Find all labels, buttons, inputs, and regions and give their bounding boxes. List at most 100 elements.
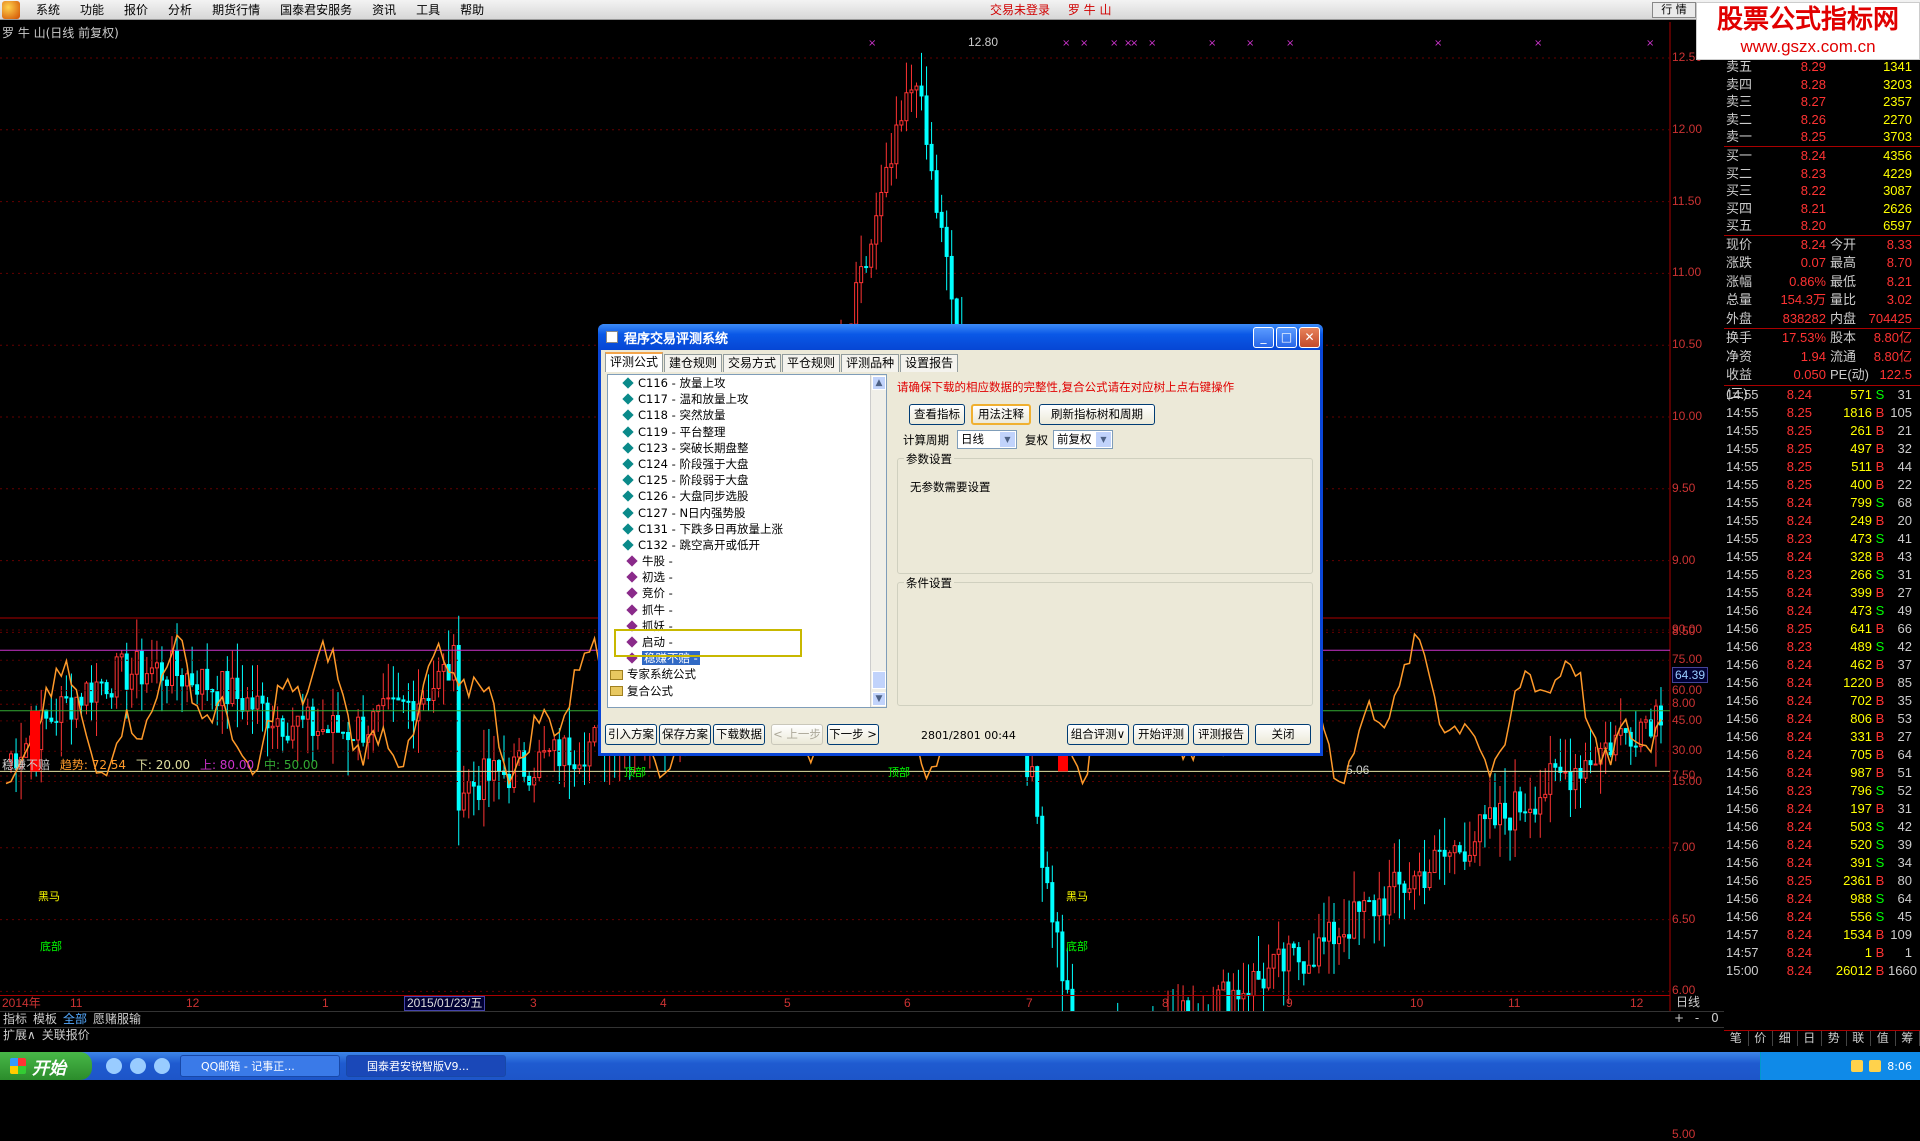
tick-volume: 806 (1812, 710, 1872, 728)
taskbar-item-gtja[interactable]: 国泰君安锐智版V9... (346, 1055, 506, 1077)
tab-indicator[interactable]: 指标 (0, 1012, 30, 1027)
menu-service[interactable]: 国泰君安服务 (270, 0, 362, 20)
tab-link[interactable]: 联 (1847, 1031, 1872, 1046)
tab-template[interactable]: 模板 (30, 1012, 60, 1027)
tree-node[interactable]: C124 - 阶段强于大盘 (608, 456, 886, 472)
scroll-up-icon[interactable]: ▲ (872, 376, 886, 390)
custom-formula-icon (626, 604, 637, 615)
tab-trades[interactable]: 笔 (1724, 1031, 1749, 1046)
tree-node[interactable]: C131 - 下跌多日再放量上涨 (608, 521, 886, 537)
tree-node[interactable]: 稳赚不赔 - (608, 650, 886, 666)
tree-node[interactable]: 抓牛 - (608, 602, 886, 618)
combo-test-button[interactable]: 组合评测∨ (1067, 724, 1129, 745)
tab-formula[interactable]: 评测公式 (605, 352, 663, 372)
tree-node[interactable]: C132 - 跳空高开或低开 (608, 537, 886, 553)
window-icon (606, 331, 618, 343)
next-step-button[interactable]: 下一步 > (827, 724, 879, 745)
view-indicator-button[interactable]: 查看指标 (909, 404, 965, 425)
tab-daily[interactable]: 日 (1798, 1031, 1823, 1046)
login-status[interactable]: 交易未登录 (990, 3, 1050, 17)
download-data-button[interactable]: 下载数据 (713, 724, 765, 745)
maximize-button[interactable]: □ (1276, 327, 1297, 348)
chevron-down-icon[interactable]: ▼ (1096, 432, 1111, 447)
info-value: 8.70 (1866, 254, 1916, 273)
tree-node[interactable]: 初选 - (608, 569, 886, 585)
adjust-select[interactable]: 前复权 ▼ (1053, 430, 1113, 449)
import-plan-button[interactable]: 引入方案 (605, 724, 657, 745)
tree-node[interactable]: C119 - 平台整理 (608, 424, 886, 440)
tree-node[interactable]: 复合公式 (608, 683, 886, 699)
menu-system[interactable]: 系统 (26, 0, 70, 20)
candle-body (1302, 962, 1305, 973)
tab-entry-rule[interactable]: 建仓规则 (664, 354, 722, 372)
tab-expand[interactable]: 扩展∧ (0, 1028, 39, 1043)
menu-futures[interactable]: 期货行情 (202, 0, 270, 20)
usage-notes-button[interactable]: 用法注释 (971, 404, 1031, 425)
tab-exit-rule[interactable]: 平仓规则 (782, 354, 840, 372)
menu-quote[interactable]: 报价 (114, 0, 158, 20)
tree-scrollbar[interactable]: ▲ ▼ (870, 375, 886, 707)
zoom-reset-button[interactable]: 0 (1706, 1011, 1724, 1027)
close-button[interactable]: ✕ (1299, 327, 1320, 348)
tree-node[interactable]: C126 - 大盘同步选股 (608, 488, 886, 504)
candle-body (1383, 899, 1386, 915)
browser-icon[interactable] (154, 1058, 170, 1074)
tree-node[interactable]: 启动 - (608, 634, 886, 650)
tree-node[interactable]: 竞价 - (608, 585, 886, 601)
candle-body (1488, 808, 1491, 819)
minimize-button[interactable]: _ (1253, 327, 1274, 348)
candle-body (437, 671, 440, 688)
tree-node[interactable]: 牛股 - (608, 553, 886, 569)
tab-detail[interactable]: 细 (1773, 1031, 1798, 1046)
tab-all[interactable]: 全部 (60, 1012, 90, 1027)
taskbar-item-qqmail[interactable]: QQ邮箱 - 记事正... (180, 1055, 340, 1077)
prev-step-button[interactable]: < 上一步 (771, 724, 823, 745)
tree-node[interactable]: C116 - 放量上攻 (608, 375, 886, 391)
menu-analysis[interactable]: 分析 (158, 0, 202, 20)
qq-icon[interactable] (106, 1058, 122, 1074)
refresh-tree-button[interactable]: 刷新指标树和周期 (1039, 404, 1155, 425)
tick-count: 22 (1888, 476, 1916, 494)
chevron-down-icon[interactable]: ▼ (1000, 432, 1015, 447)
save-plan-button[interactable]: 保存方案 (659, 724, 711, 745)
volume-icon[interactable] (1869, 1060, 1881, 1072)
tree-node[interactable]: C117 - 温和放量上攻 (608, 391, 886, 407)
tree-node[interactable]: C125 - 阶段弱于大盘 (608, 472, 886, 488)
period-label[interactable]: 日线 (1676, 995, 1700, 1010)
quote-mode-button[interactable]: 行 情 (1652, 2, 1696, 18)
tab-report-settings[interactable]: 设置报告 (900, 354, 958, 372)
period-select[interactable]: 日线 ▼ (957, 430, 1017, 449)
start-button[interactable]: 开始 (0, 1052, 92, 1080)
close-dialog-button[interactable]: 关闭 (1255, 724, 1311, 745)
tree-node[interactable]: C118 - 突然放量 (608, 407, 886, 423)
scroll-thumb[interactable] (872, 671, 886, 689)
tab-custom[interactable]: 愿赌服输 (90, 1012, 144, 1027)
zoom-in-button[interactable]: + (1670, 1011, 1688, 1027)
tick-volume: 261 (1812, 422, 1872, 440)
zoom-out-button[interactable]: - (1688, 1011, 1706, 1027)
tab-instruments[interactable]: 评测品种 (841, 354, 899, 372)
tree-node[interactable]: 抓妖 - (608, 618, 886, 634)
candle-body (578, 765, 581, 769)
buy-price: 8.21 (1764, 200, 1826, 218)
menu-tools[interactable]: 工具 (406, 0, 450, 20)
tray-icon[interactable] (1851, 1060, 1863, 1072)
scroll-down-icon[interactable]: ▼ (872, 692, 886, 706)
menu-function[interactable]: 功能 (70, 0, 114, 20)
menu-help[interactable]: 帮助 (450, 0, 494, 20)
dialog-titlebar[interactable]: 程序交易评测系统 (598, 324, 1323, 350)
tree-node[interactable]: C123 - 突破长期盘整 (608, 440, 886, 456)
formula-tree[interactable]: C116 - 放量上攻C117 - 温和放量上攻C118 - 突然放量C119 … (607, 374, 887, 708)
menu-news[interactable]: 资讯 (362, 0, 406, 20)
tab-chips[interactable]: 筹 (1896, 1031, 1920, 1046)
start-test-button[interactable]: 开始评测 (1133, 724, 1189, 745)
tab-related-quote[interactable]: 关联报价 (39, 1028, 93, 1043)
tab-trend[interactable]: 势 (1822, 1031, 1847, 1046)
tree-node[interactable]: C127 - N日内强势股 (608, 505, 886, 521)
test-report-button[interactable]: 评测报告 (1193, 724, 1249, 745)
ie-icon[interactable] (130, 1058, 146, 1074)
tab-value[interactable]: 值 (1871, 1031, 1896, 1046)
tree-node[interactable]: 专家系统公式 (608, 666, 886, 682)
tab-price[interactable]: 价 (1749, 1031, 1774, 1046)
tab-trade-mode[interactable]: 交易方式 (723, 354, 781, 372)
